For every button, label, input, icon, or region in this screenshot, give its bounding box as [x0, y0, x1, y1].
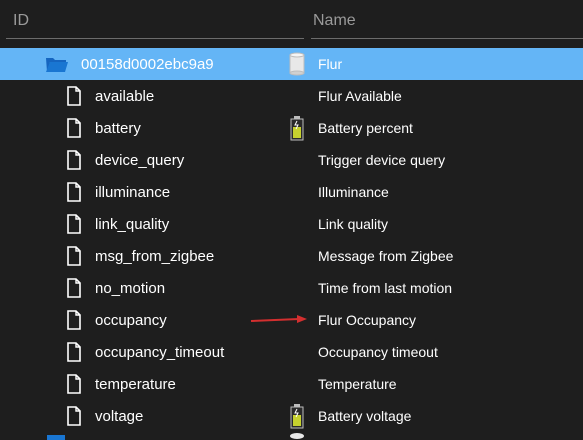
- state-name-cell: Flur Occupancy: [318, 312, 417, 328]
- next-tree-row-partial: [0, 432, 583, 440]
- state-name-cell: Occupancy timeout: [318, 344, 438, 360]
- table-header: ID Name: [0, 0, 583, 44]
- state-id-label: voltage: [95, 407, 144, 425]
- state-id-label: illuminance: [95, 183, 171, 201]
- state-id-cell: msg_from_zigbee: [67, 240, 214, 272]
- state-id-cell: device_query: [67, 144, 184, 176]
- file-icon: [67, 342, 81, 362]
- tree-row-state[interactable]: msg_from_zigbee Message from Zigbee: [0, 240, 583, 272]
- tree-row-device[interactable]: 00158d0002ebc9a9 Flur: [0, 48, 583, 80]
- state-id-label: device_query: [95, 151, 185, 169]
- state-id-cell: no_motion: [67, 272, 165, 304]
- state-name-cell: Flur Available: [318, 88, 402, 104]
- state-id-cell: illuminance: [67, 176, 170, 208]
- file-icon: [67, 406, 81, 426]
- file-icon: [67, 150, 81, 170]
- tree-row-state[interactable]: voltage Battery voltage: [0, 400, 583, 432]
- file-icon: [67, 310, 81, 330]
- state-name-cell: Illuminance: [318, 184, 389, 200]
- device-name-cell: Flur: [318, 56, 343, 72]
- file-icon: [67, 86, 81, 106]
- tree-row-state[interactable]: temperature Temperature: [0, 368, 583, 400]
- annotation-arrow: [250, 315, 307, 323]
- file-icon: [67, 118, 81, 138]
- battery-icon: [284, 402, 310, 430]
- state-name-cell: Message from Zigbee: [318, 248, 454, 264]
- file-icon: [67, 246, 81, 266]
- state-name-cell: Temperature: [318, 376, 397, 392]
- tree-row-state[interactable]: illuminance Illuminance: [0, 176, 583, 208]
- device-cylinder-icon: [284, 50, 310, 78]
- state-id-label: no_motion: [95, 279, 166, 297]
- tree-row-state[interactable]: device_query Trigger device query: [0, 144, 583, 176]
- id-header-underline: [6, 38, 304, 39]
- state-id-label: available: [95, 87, 155, 105]
- state-name-cell: Battery percent: [318, 120, 413, 136]
- state-id-cell: temperature: [67, 368, 176, 400]
- file-icon: [67, 374, 81, 394]
- name-column-header[interactable]: Name: [313, 12, 356, 30]
- state-id-cell: battery: [67, 112, 141, 144]
- id-column-header[interactable]: ID: [13, 12, 29, 30]
- state-id-label: battery: [95, 119, 141, 137]
- state-name-cell: Battery voltage: [318, 408, 412, 424]
- state-name-cell: Trigger device query: [318, 152, 446, 168]
- state-id-label: temperature: [95, 375, 176, 393]
- file-icon: [67, 278, 81, 298]
- device-id-cell: 00158d0002ebc9a9: [45, 48, 214, 80]
- state-name-cell: Link quality: [318, 216, 389, 232]
- name-header-underline: [311, 38, 583, 39]
- tree-row-state[interactable]: battery Battery percent: [0, 112, 583, 144]
- state-id-label: msg_from_zigbee: [95, 247, 215, 265]
- state-id-cell: voltage: [67, 400, 143, 432]
- tree-row-state[interactable]: no_motion Time from last motion: [0, 272, 583, 304]
- open-folder-icon[interactable]: [45, 55, 69, 73]
- device-id-label: 00158d0002ebc9a9: [81, 55, 214, 73]
- tree-row-state[interactable]: link_quality Link quality: [0, 208, 583, 240]
- object-tree: 00158d0002ebc9a9 Flur available Flur Avai…: [0, 48, 583, 432]
- state-id-cell: available: [67, 80, 154, 112]
- state-id-label: occupancy_timeout: [95, 343, 225, 361]
- state-id-cell: occupancy: [67, 304, 167, 336]
- battery-icon: [284, 114, 310, 142]
- state-id-cell: link_quality: [67, 208, 169, 240]
- state-id-label: link_quality: [95, 215, 170, 233]
- file-icon: [67, 182, 81, 202]
- state-name-cell: Time from last motion: [318, 280, 453, 296]
- tree-row-state[interactable]: available Flur Available: [0, 80, 583, 112]
- file-icon: [67, 214, 81, 234]
- state-id-label: occupancy: [95, 311, 167, 329]
- tree-row-state[interactable]: occupancy_timeout Occupancy timeout: [0, 336, 583, 368]
- state-id-cell: occupancy_timeout: [67, 336, 224, 368]
